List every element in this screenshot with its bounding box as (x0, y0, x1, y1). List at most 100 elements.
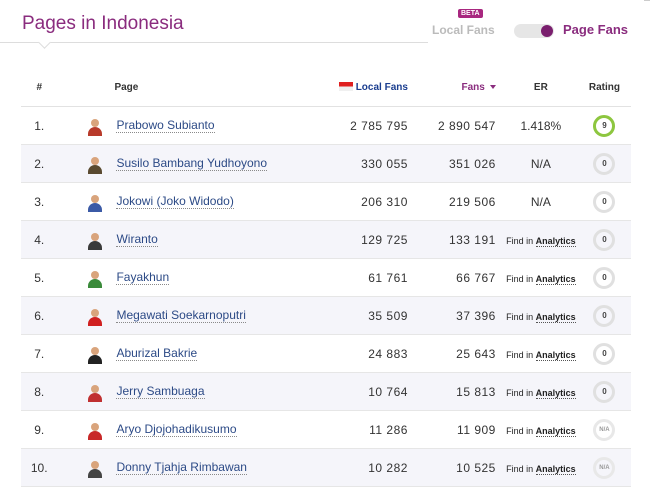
avatar[interactable] (85, 154, 105, 174)
analytics-link[interactable]: Analytics (535, 349, 576, 361)
rating-cell: N/A (577, 448, 631, 487)
page-name-link[interactable]: Donny Tjahja Rimbawan (116, 459, 247, 475)
local-fans-cell: 206 310 (331, 182, 416, 221)
er-cell: Find in Analytics (503, 258, 578, 297)
avatar[interactable] (85, 116, 105, 136)
find-in-analytics[interactable]: Find in Analytics (506, 273, 576, 285)
er-value: 1.418% (520, 118, 562, 133)
avatar[interactable] (85, 344, 105, 364)
rank-cell: 3. (21, 182, 58, 221)
local-fans-cell: 10 282 (331, 448, 416, 487)
title-divider (0, 42, 428, 43)
page-cell: Donny Tjahja Rimbawan (57, 448, 332, 487)
col-rank: # (21, 68, 58, 107)
find-in-analytics[interactable]: Find in Analytics (506, 311, 576, 323)
page-name-link[interactable]: Susilo Bambang Yudhoyono (116, 155, 268, 171)
avatar[interactable] (85, 306, 105, 326)
table-row: 2. Susilo Bambang Yudhoyono 330 055 351 026… (21, 144, 631, 183)
er-cell: Find in Analytics (503, 220, 578, 259)
toggle-local-fans[interactable]: Local Fans (432, 23, 495, 37)
analytics-link[interactable]: Analytics (535, 425, 576, 437)
table-row: 3. Jokowi (Joko Widodo) 206 310 219 506 N/A 0 (21, 182, 631, 221)
page-cell: Megawati Soekarnoputri (57, 296, 332, 335)
page-cell: Prabowo Subianto (57, 106, 332, 145)
fans-cell: 11 909 (415, 410, 504, 449)
page-name-link[interactable]: Fayakhun (116, 269, 170, 285)
find-in-analytics[interactable]: Find in Analytics (506, 425, 576, 437)
analytics-link[interactable]: Analytics (535, 235, 576, 247)
local-fans-cell: 2 785 795 (331, 106, 416, 145)
find-in-analytics[interactable]: Find in Analytics (506, 387, 576, 399)
avatar[interactable] (85, 458, 105, 478)
avatar[interactable] (85, 382, 105, 402)
col-local-fans[interactable]: Local Fans (331, 68, 416, 107)
rank-cell: 1. (21, 106, 58, 145)
rank-cell: 2. (21, 144, 58, 183)
er-cell: Find in Analytics (503, 410, 578, 449)
find-in-text: Find in (506, 463, 536, 474)
rating-cell: 0 (577, 334, 631, 373)
rank-cell: 5. (21, 258, 58, 297)
col-page: Page (57, 68, 332, 107)
page-name-link[interactable]: Prabowo Subianto (116, 117, 215, 133)
analytics-link[interactable]: Analytics (535, 311, 576, 323)
page-name-link[interactable]: Wiranto (116, 231, 158, 247)
rating-cell: 0 (577, 182, 631, 221)
col-fans[interactable]: Fans (415, 68, 504, 107)
er-value: N/A (530, 156, 551, 171)
page-cell: Aryo Djojohadikusumo (57, 410, 332, 449)
table-row: 8. Jerry Sambuaga 10 764 15 813 Find in Anal… (21, 372, 631, 411)
analytics-link[interactable]: Analytics (535, 387, 576, 399)
sort-desc-icon (489, 84, 496, 89)
avatar[interactable] (85, 192, 105, 212)
fans-toggle-switch[interactable] (514, 24, 554, 38)
avatar[interactable] (85, 420, 105, 440)
rating-cell: N/A (577, 410, 631, 449)
find-in-analytics[interactable]: Find in Analytics (506, 349, 576, 361)
table-row: 6. Megawati Soekarnoputri 35 509 37 396 Find… (21, 296, 631, 335)
rating-ring: 0 (593, 190, 616, 213)
find-in-analytics[interactable]: Find in Analytics (506, 463, 576, 475)
page-cell: Susilo Bambang Yudhoyono (57, 144, 332, 183)
local-fans-cell: 35 509 (331, 296, 416, 335)
page-name-link[interactable]: Jokowi (Joko Widodo) (116, 193, 234, 209)
er-value: N/A (530, 194, 551, 209)
find-in-text: Find in (506, 311, 536, 322)
rating-ring: N/A (593, 456, 616, 479)
col-local-fans-label: Local Fans (355, 81, 408, 93)
local-fans-cell: 61 761 (331, 258, 416, 297)
find-in-text: Find in (506, 349, 536, 360)
rating-ring: 0 (593, 152, 616, 175)
toggle-page-fans[interactable]: Page Fans (563, 22, 628, 37)
analytics-link[interactable]: Analytics (535, 463, 576, 475)
find-in-text: Find in (506, 425, 536, 436)
fans-cell: 66 767 (415, 258, 504, 297)
page-name-link[interactable]: Aryo Djojohadikusumo (116, 421, 237, 437)
rank-cell: 9. (21, 410, 58, 449)
table-row: 9. Aryo Djojohadikusumo 11 286 11 909 Find i… (21, 410, 631, 449)
avatar[interactable] (85, 230, 105, 250)
rating-ring: 0 (593, 266, 616, 289)
toggle-knob (541, 25, 553, 37)
page-title: Pages in Indonesia (22, 13, 184, 34)
rating-cell: 0 (577, 220, 631, 259)
find-in-text: Find in (506, 273, 536, 284)
fans-cell: 2 890 547 (415, 106, 504, 145)
fans-cell: 133 191 (415, 220, 504, 259)
analytics-link[interactable]: Analytics (535, 273, 576, 285)
rating-cell: 9 (577, 106, 631, 145)
er-cell: Find in Analytics (503, 334, 578, 373)
beta-badge: BETA (458, 9, 483, 18)
table-row: 1. Prabowo Subianto 2 785 795 2 890 547 1.41… (21, 106, 631, 145)
rating-ring: 0 (593, 380, 616, 403)
page-name-link[interactable]: Aburizal Bakrie (116, 345, 198, 361)
fans-cell: 219 506 (415, 182, 504, 221)
avatar[interactable] (85, 268, 105, 288)
table-row: 7. Aburizal Bakrie 24 883 25 643 Find in Ana… (21, 334, 631, 373)
find-in-analytics[interactable]: Find in Analytics (506, 235, 576, 247)
rating-cell: 0 (577, 372, 631, 411)
er-cell: Find in Analytics (503, 448, 578, 487)
page-name-link[interactable]: Megawati Soekarnoputri (116, 307, 246, 323)
fans-cell: 10 525 (415, 448, 504, 487)
page-name-link[interactable]: Jerry Sambuaga (116, 383, 205, 399)
